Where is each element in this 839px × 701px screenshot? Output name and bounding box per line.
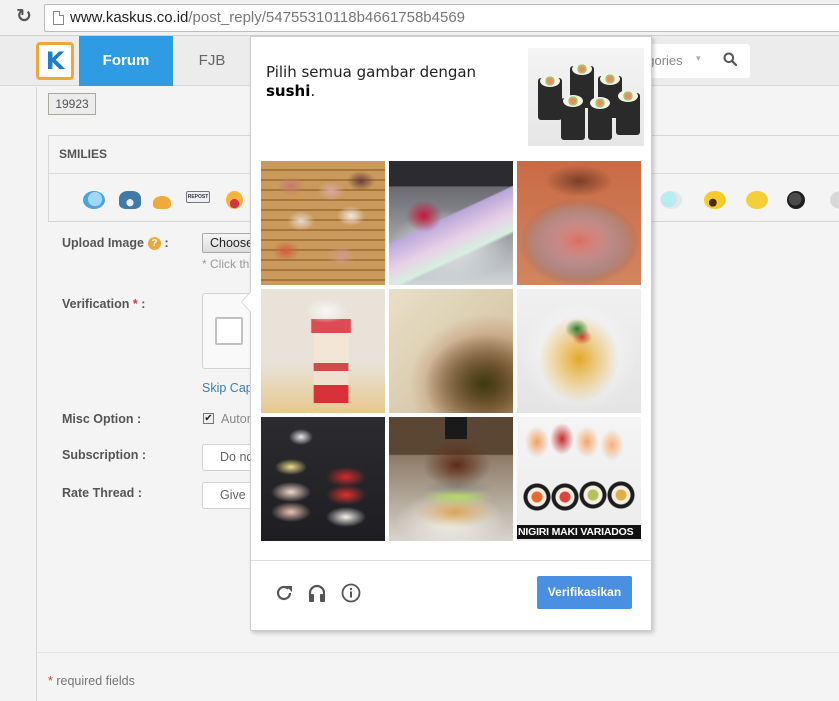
label-separator: :	[160, 236, 169, 250]
subscription-label: Subscription :	[62, 448, 147, 462]
tile-caption: NIGIRI MAKI VARIADOS	[517, 525, 641, 539]
smiley-blue-monster-icon[interactable]	[119, 191, 141, 209]
divider	[251, 560, 651, 561]
verification-text: Verification	[62, 297, 130, 311]
recaptcha-challenge-popup: Pilih semua gambar dengan sushi. NIGIRI M…	[241, 36, 652, 631]
back-arrow-icon[interactable]: ›	[0, 8, 6, 26]
upload-image-text: Upload Image	[62, 236, 144, 250]
upload-hint: * Click th	[202, 257, 250, 271]
verification-label: Verification * :	[62, 297, 145, 311]
smiley-shouting-icon[interactable]	[704, 191, 726, 209]
label-separator: :	[137, 297, 146, 311]
required-star: *	[129, 297, 138, 311]
required-fields-text: required fields	[52, 674, 135, 688]
kaskus-logo[interactable]: K	[36, 42, 74, 80]
address-bar[interactable]: www.kaskus.co.id/post_reply/54755310118b…	[44, 4, 839, 32]
upload-image-label: Upload Image? :	[62, 236, 169, 250]
page-icon	[53, 11, 64, 25]
prompt-end: .	[310, 82, 316, 100]
url-host: www.kaskus.co.id	[70, 9, 189, 26]
search-icon[interactable]	[723, 52, 737, 66]
search-bar: egories ▾	[640, 44, 750, 78]
reload-challenge-icon[interactable]	[273, 582, 295, 604]
rate-thread-label: Rate Thread :	[62, 486, 142, 500]
info-icon[interactable]	[340, 582, 362, 604]
prompt-text: Pilih semua gambar dengan	[266, 63, 477, 81]
skip-captcha-link[interactable]: Skip Cap	[202, 381, 253, 395]
audio-challenge-icon[interactable]	[306, 582, 328, 604]
nav-tab-fjb[interactable]: FJB	[173, 36, 251, 86]
url-path: /post_reply/54755310118b4661758b4569	[188, 9, 466, 26]
smiley-sick-mask-icon[interactable]	[660, 191, 682, 209]
smiley-confused-icon[interactable]	[746, 191, 768, 209]
smilies-title: SMILIES	[59, 147, 108, 161]
browser-toolbar: › ↻ www.kaskus.co.id/post_reply/54755310…	[0, 0, 839, 36]
reload-icon[interactable]: ↻	[14, 6, 34, 28]
smiley-orange-blob-icon[interactable]	[153, 196, 171, 209]
challenge-tile[interactable]	[517, 289, 641, 413]
smiley-black-rose-icon[interactable]	[787, 191, 805, 209]
auto-parse-checkbox[interactable]: ✔	[203, 413, 214, 424]
required-fields-note: * required fields	[48, 674, 135, 688]
misc-option-label: Misc Option :	[62, 412, 142, 426]
verify-button[interactable]: Verifikasikan	[537, 576, 632, 609]
challenge-tile[interactable]	[261, 289, 385, 413]
challenge-prompt: Pilih semua gambar dengan sushi.	[266, 63, 506, 101]
challenge-tile[interactable]	[261, 417, 385, 541]
nav-tab-forum[interactable]: Forum	[79, 36, 173, 86]
challenge-tile[interactable]: NIGIRI MAKI VARIADOS	[517, 417, 641, 541]
challenge-tile[interactable]	[389, 161, 513, 285]
smiley-repost-icon[interactable]: REPOST	[186, 191, 210, 203]
smiley-cendol-fish-icon[interactable]	[83, 191, 105, 209]
challenge-tile[interactable]	[517, 161, 641, 285]
logo-letter: K	[45, 47, 65, 75]
smiley-grey-face-icon[interactable]	[830, 191, 839, 209]
divider	[37, 652, 839, 653]
challenge-tile[interactable]	[389, 289, 513, 413]
url-text: www.kaskus.co.id/post_reply/54755310118b…	[70, 9, 465, 27]
char-counter: 19923	[48, 93, 96, 115]
prompt-keyword: sushi	[266, 82, 311, 100]
challenge-image-grid: NIGIRI MAKI VARIADOS	[261, 161, 642, 542]
popup-pointer	[241, 291, 251, 313]
help-icon[interactable]: ?	[147, 237, 161, 250]
sushi-sample-image	[528, 48, 644, 146]
challenge-tile[interactable]	[389, 417, 513, 541]
chevron-down-icon: ▾	[696, 53, 701, 63]
smiley-laughing-icon[interactable]	[226, 191, 243, 209]
challenge-tile[interactable]	[261, 161, 385, 285]
recaptcha-checkbox[interactable]	[215, 317, 243, 345]
